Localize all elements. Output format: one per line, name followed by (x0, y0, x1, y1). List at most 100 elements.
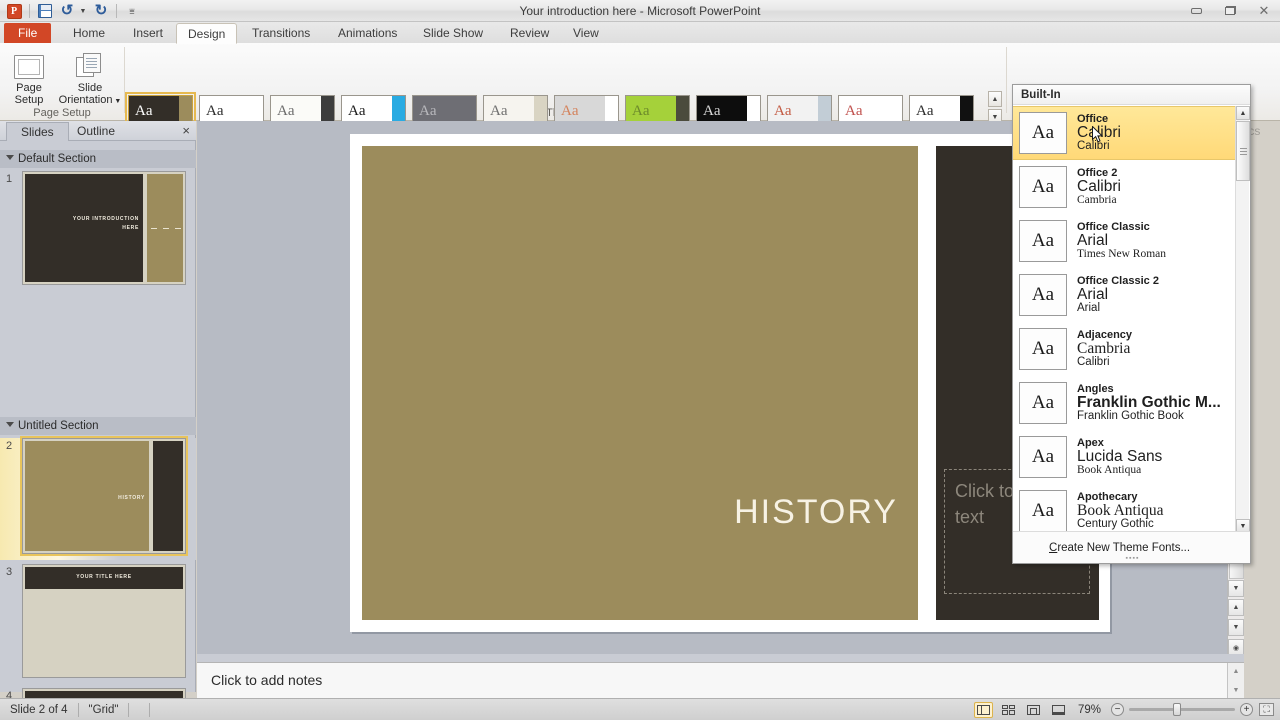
slides-pane: Slides Outline × Default Section 1 YOUR … (0, 121, 196, 720)
ribbon-tabs: File Home Insert Design Transitions Anim… (0, 22, 1280, 44)
tab-slides[interactable]: Slides (6, 122, 69, 141)
status-bar-right: 79% − + ⛶ (973, 701, 1280, 718)
slide-preview: YOUR INTRODUCTION HERE (23, 172, 185, 284)
divider (124, 47, 125, 113)
next-slide-icon[interactable]: ▼ (1228, 619, 1244, 636)
view-reading-icon[interactable] (1024, 702, 1043, 718)
theme-name[interactable]: "Grid" (79, 699, 129, 720)
notes-scroll-down-icon[interactable]: ▼ (1228, 682, 1244, 699)
theme-thumb-sample: Aa (277, 102, 295, 119)
slide-orientation-icon (54, 47, 126, 79)
notes-pane[interactable]: Click to add notes ▲ ▼ (197, 662, 1244, 699)
font-theme-item-office[interactable]: AaOfficeCalibriCalibri (1013, 106, 1237, 160)
powerpoint-logo-icon[interactable]: P (4, 2, 24, 21)
slide-thumb-1[interactable]: 1 YOUR INTRODUCTION HERE (0, 171, 196, 289)
scroll-down-icon[interactable]: ▼ (1228, 580, 1244, 597)
tab-transitions[interactable]: Transitions (241, 23, 321, 44)
save-icon[interactable] (35, 2, 55, 21)
tab-insert[interactable]: Insert (122, 23, 174, 44)
slide-counter[interactable]: Slide 2 of 4 (0, 699, 78, 720)
font-theme-sample-icon: Aa (1019, 274, 1067, 316)
zoom-out-button[interactable]: − (1111, 703, 1124, 716)
zoom-track[interactable] (1129, 703, 1235, 716)
view-slide-show-icon[interactable] (1049, 702, 1068, 718)
theme-thumb-sample: Aa (916, 102, 934, 119)
tab-review[interactable]: Review (499, 23, 560, 44)
tab-view[interactable]: View (562, 23, 610, 44)
fonts-dropdown-footer: Create New Theme Fonts... ▪▪▪▪ (1013, 531, 1250, 563)
fonts-scrollbar-thumb[interactable] (1236, 121, 1250, 181)
restore-button[interactable] (1218, 2, 1242, 19)
theme-thumb-sample: Aa (703, 102, 721, 119)
create-new-theme-fonts-link[interactable]: Create New Theme Fonts... (1049, 542, 1190, 554)
zoom-slider[interactable]: − + (1111, 703, 1253, 716)
ribbon-group-page-setup: Page Setup Slide Orientation ▼ Page Setu… (0, 43, 124, 121)
tab-design[interactable]: Design (176, 23, 238, 44)
notes-scrollbar[interactable]: ▲ ▼ (1227, 663, 1244, 699)
font-theme-item-apothecary[interactable]: Aa Apothecary Book Antiqua Century Gothic (1013, 484, 1237, 533)
tab-slide-show[interactable]: Slide Show (412, 23, 494, 44)
slide-thumb-3[interactable]: 3 YOUR TITLE HERE (0, 564, 196, 682)
slide-preview: YOUR TITLE HERE (23, 565, 185, 677)
section-header-untitled[interactable]: Untitled Section (0, 417, 196, 435)
powerpoint-window: Your introduction here - Microsoft Power… (0, 0, 1280, 720)
view-normal-icon[interactable] (973, 701, 993, 718)
slide-background-gold (362, 146, 918, 620)
zoom-knob[interactable] (1173, 703, 1181, 716)
tab-outline[interactable]: Outline (63, 122, 129, 141)
font-theme-item-office-classic-2[interactable]: Aa Office Classic 2 Arial Arial (1013, 268, 1237, 322)
font-theme-sample-icon: Aa (1019, 112, 1067, 154)
slide-thumb-2[interactable]: 2 HISTORY (0, 436, 196, 560)
notes-placeholder: Click to add notes (211, 672, 323, 688)
tab-home[interactable]: Home (62, 23, 116, 44)
section-label: Untitled Section (18, 420, 99, 432)
customize-quick-access-icon[interactable]: ⩸ (122, 2, 142, 21)
font-theme-sample-icon: Aa (1019, 382, 1067, 424)
fit-slide-to-window-icon[interactable]: ⛶ (1259, 703, 1274, 716)
minimize-button[interactable] (1184, 2, 1208, 19)
close-pane-icon[interactable]: × (182, 123, 190, 138)
undo-dropdown-icon[interactable]: ▼ (79, 2, 89, 21)
undo-icon[interactable]: ↺ (57, 2, 77, 21)
font-theme-major: Calibri (1077, 177, 1121, 195)
spell-check-icon[interactable] (129, 703, 149, 717)
font-theme-major: Cambria (1077, 339, 1131, 357)
resize-grip-icon[interactable]: ▪▪▪▪ (1126, 555, 1140, 562)
quick-access-toolbar: P ↺ ▼ ↻ ⩸ (4, 1, 142, 21)
font-theme-sample-icon: Aa (1019, 490, 1067, 532)
font-theme-minor: Book Antiqua (1077, 463, 1142, 476)
view-slide-sorter-icon[interactable] (999, 702, 1018, 718)
font-theme-minor: Cambria (1077, 193, 1117, 206)
section-header-default[interactable]: Default Section (0, 150, 196, 168)
slide-preview: HISTORY (23, 439, 185, 553)
notes-scroll-up-icon[interactable]: ▲ (1228, 663, 1244, 680)
slide-title-text[interactable]: HISTORY (362, 493, 918, 532)
zoom-level[interactable]: 79% (1074, 704, 1105, 716)
group-label-page-setup: Page Setup (33, 107, 91, 119)
page-setup-label-2: Setup (14, 94, 44, 106)
slide-orientation-label-1: Slide (77, 82, 103, 94)
close-button[interactable]: ✕ (1252, 2, 1276, 19)
font-theme-major: Lucida Sans (1077, 447, 1163, 465)
font-theme-major: Arial (1077, 285, 1109, 303)
font-theme-item-office-2[interactable]: Aa Office 2 Calibri Cambria (1013, 160, 1237, 214)
redo-icon[interactable]: ↻ (91, 2, 111, 21)
themes-scroll-up-icon[interactable]: ▲ (988, 91, 1002, 107)
fonts-scroll-up-icon[interactable]: ▲ (1236, 106, 1250, 120)
font-theme-item-angles[interactable]: Aa Angles Franklin Gothic M... Franklin Got… (1013, 376, 1237, 430)
slide-orientation-button[interactable]: Slide Orientation ▼ (54, 47, 126, 108)
font-theme-item-adjacency[interactable]: Aa Adjacency Cambria Calibri (1013, 322, 1237, 376)
status-bar: Slide 2 of 4 "Grid" 79% − + ⛶ (0, 698, 1280, 720)
previous-slide-icon[interactable]: ▲ (1228, 599, 1244, 616)
tab-animations[interactable]: Animations (327, 23, 408, 44)
notes-splitter[interactable] (197, 654, 1244, 662)
fonts-list[interactable]: AaOfficeCalibriCalibriAaOffice 2CalibriC… (1013, 106, 1237, 533)
tab-file[interactable]: File (4, 23, 52, 43)
font-theme-item-apex[interactable]: Aa Apex Lucida Sans Book Antiqua (1013, 430, 1237, 484)
page-setup-label-1: Page (16, 82, 42, 94)
fonts-list-scrollbar[interactable]: ▲ ▼ (1235, 106, 1250, 533)
zoom-in-button[interactable]: + (1240, 703, 1253, 716)
page-setup-button[interactable]: Page Setup (0, 47, 58, 106)
font-theme-item-office-classic[interactable]: Aa Office Classic Arial Times New Roman (1013, 214, 1237, 268)
font-theme-sample-icon: Aa (1019, 166, 1067, 208)
